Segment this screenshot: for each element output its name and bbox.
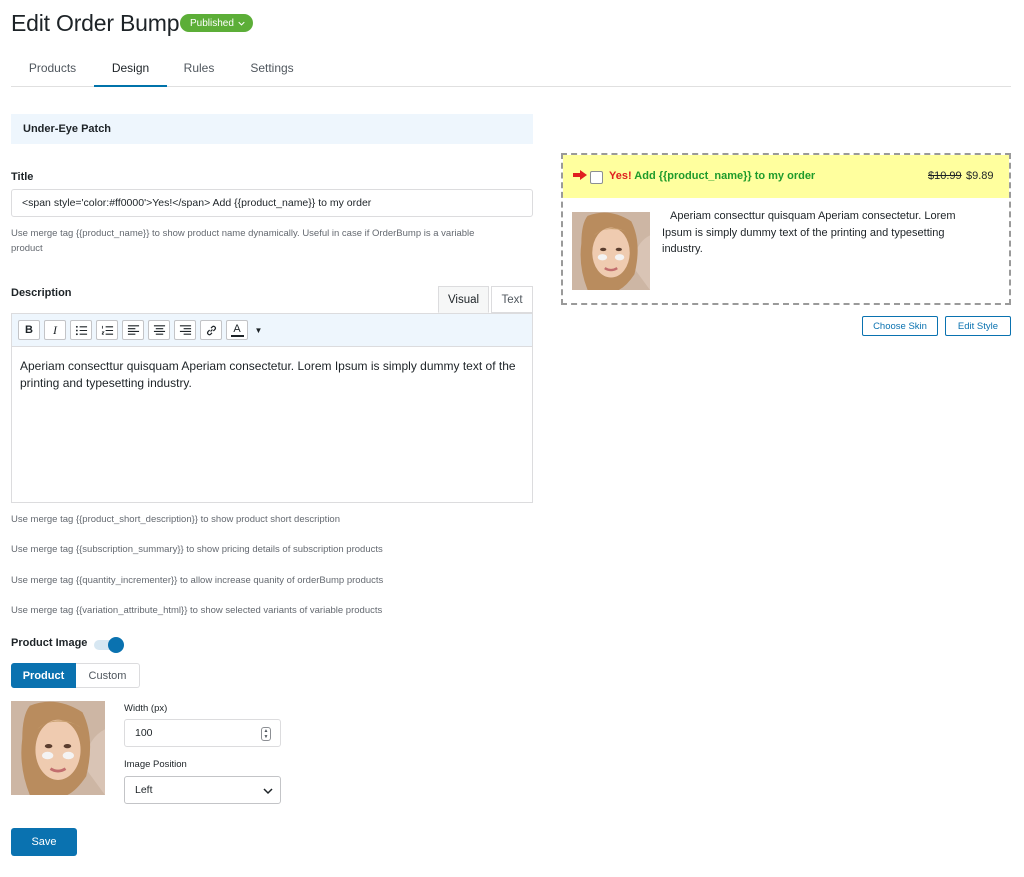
editor-content[interactable]: Aperiam consecttur quisquam Aperiam cons…: [12, 347, 532, 403]
number-stepper[interactable]: ▲ ▼: [261, 727, 271, 741]
status-badge[interactable]: Published: [180, 14, 253, 32]
merge-tag-help-subscription: Use merge tag {{subscription_summary}} t…: [11, 544, 383, 555]
image-position-label: Image Position: [124, 759, 187, 770]
preview-yes: Yes!: [609, 170, 632, 182]
bullet-list-icon: [75, 325, 87, 335]
bold-button[interactable]: B: [18, 320, 40, 340]
italic-button[interactable]: I: [44, 320, 66, 340]
status-label: Published: [190, 17, 234, 29]
preview-title: Yes! Add {{product_name}} to my order: [609, 170, 815, 182]
width-value: 100: [135, 727, 153, 739]
arrow-right-icon: [573, 170, 587, 180]
save-button[interactable]: Save: [11, 828, 77, 856]
product-thumbnail: [11, 701, 105, 795]
text-color-letter: A: [233, 322, 241, 335]
chevron-down-icon: [238, 21, 245, 26]
product-name-bar: Under-Eye Patch: [11, 114, 533, 144]
tab-bar: Products Design Rules Settings: [11, 50, 1011, 87]
edit-style-button[interactable]: Edit Style: [945, 316, 1011, 336]
link-button[interactable]: [200, 320, 222, 340]
numbered-list-icon: [101, 325, 113, 335]
choose-skin-button[interactable]: Choose Skin: [862, 316, 938, 336]
tab-design[interactable]: Design: [94, 50, 167, 87]
align-center-icon: [153, 324, 165, 335]
title-label: Title: [11, 171, 34, 183]
preview-price-new: $9.89: [966, 170, 994, 182]
page-title: Edit Order Bump: [11, 10, 180, 36]
align-left-icon: [127, 324, 139, 335]
align-center-button[interactable]: [148, 320, 170, 340]
tab-products[interactable]: Products: [11, 50, 94, 86]
bullet-list-button[interactable]: [70, 320, 92, 340]
width-label: Width (px): [124, 703, 168, 714]
text-color-swatch: [230, 334, 244, 337]
text-color-button[interactable]: A: [226, 320, 248, 340]
align-right-icon: [179, 324, 191, 335]
toggle-knob: [108, 637, 124, 653]
width-input[interactable]: 100 ▲ ▼: [124, 719, 281, 747]
title-help: Use merge tag {{product_name}} to show p…: [11, 226, 533, 256]
order-bump-preview: Yes! Add {{product_name}} to my order $1…: [561, 153, 1011, 305]
title-help-line: Use merge tag {{product_name}} to show p…: [11, 228, 475, 239]
preview-header: Yes! Add {{product_name}} to my order $1…: [563, 155, 1009, 198]
preview-title-text: Add {{product_name}} to my order: [634, 170, 816, 182]
tab-rules[interactable]: Rules: [167, 50, 231, 86]
link-icon: [206, 325, 216, 335]
title-input[interactable]: <span style='color:#ff0000'>Yes!</span> …: [11, 189, 533, 217]
preview-image: [572, 212, 650, 290]
merge-tag-help-quantity: Use merge tag {{quantity_incrementer}} t…: [11, 575, 384, 586]
align-left-button[interactable]: [122, 320, 144, 340]
image-source-custom[interactable]: Custom: [76, 663, 140, 688]
title-help-line: product: [11, 243, 43, 254]
image-position-value: Left: [135, 784, 153, 796]
chevron-down-icon: [263, 788, 273, 795]
align-right-button[interactable]: [174, 320, 196, 340]
merge-tag-help-short-description: Use merge tag {{product_short_descriptio…: [11, 514, 340, 525]
tab-settings[interactable]: Settings: [231, 50, 313, 86]
description-label: Description: [11, 287, 72, 299]
tab-text[interactable]: Text: [491, 286, 533, 313]
product-image-label: Product Image: [11, 637, 88, 649]
preview-description: Aperiam consecttur quisquam Aperiam cons…: [662, 210, 956, 255]
image-position-select[interactable]: Left: [124, 776, 281, 804]
editor-toolbar: B I A ▼: [12, 314, 532, 347]
image-source-product[interactable]: Product: [11, 663, 76, 688]
preview-price-old: $10.99: [928, 170, 962, 182]
product-image-toggle[interactable]: [94, 637, 124, 653]
numbered-list-button[interactable]: [96, 320, 118, 340]
description-editor: B I A ▼ Aperiam consecttur quisquam Aper…: [11, 313, 533, 503]
merge-tag-help-variation: Use merge tag {{variation_attribute_html…: [11, 605, 383, 616]
preview-checkbox[interactable]: [590, 171, 603, 184]
text-color-dropdown[interactable]: ▼: [252, 320, 265, 340]
tab-visual[interactable]: Visual: [438, 286, 489, 313]
